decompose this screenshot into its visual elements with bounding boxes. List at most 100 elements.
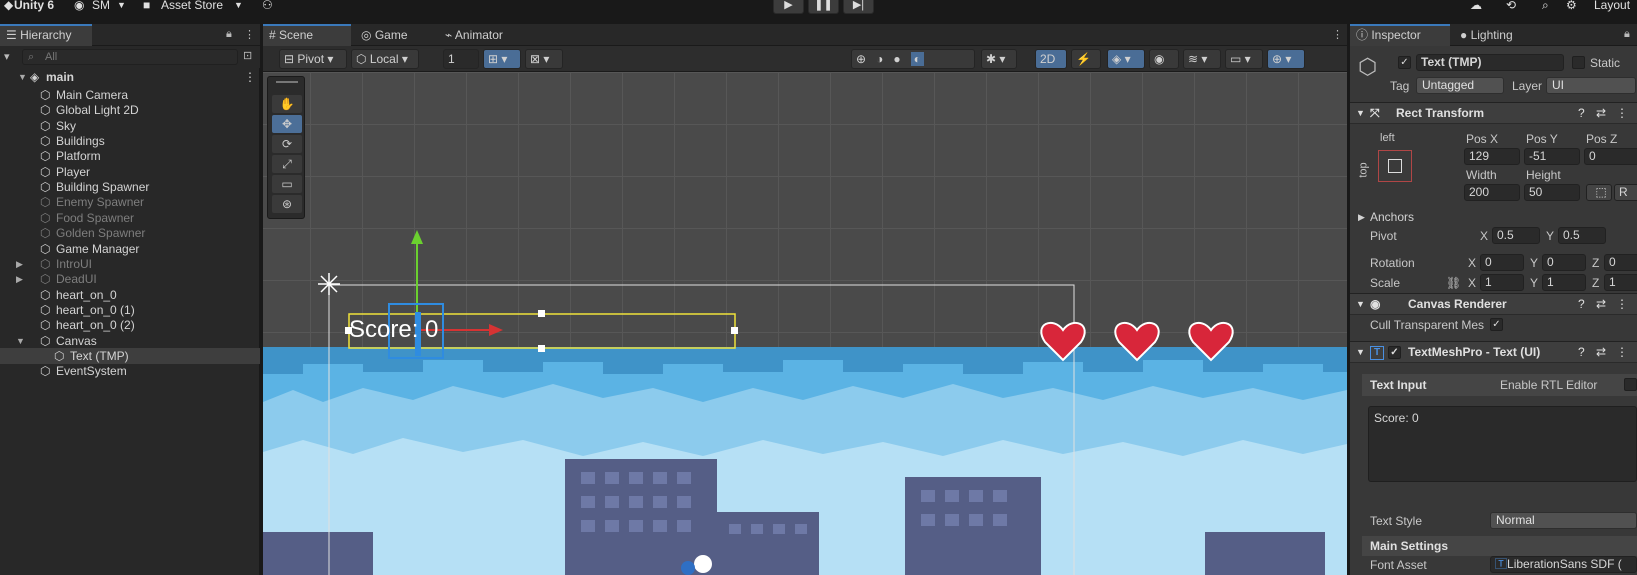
rot-z-input[interactable]: 0 [1604,254,1637,271]
font-asset-field[interactable]: 🅃︎LiberationSans SDF ( [1490,556,1637,573]
anchor-preset-button[interactable] [1378,150,1412,182]
mode-2d-button[interactable]: 2D [1035,49,1067,69]
preset-icon[interactable]: ⇄ [1596,103,1606,124]
height-input[interactable]: 50 [1524,184,1580,201]
blueprint-mode-icon[interactable]: ⬚ [1586,184,1612,201]
pos-z-input[interactable]: 0 [1584,148,1637,165]
more-icon[interactable]: ⋮ [244,69,256,85]
layout-dropdown[interactable]: Layout [1594,0,1630,12]
scale-x-input[interactable]: 1 [1480,274,1524,291]
more-icon[interactable]: ⋮ [1616,103,1628,124]
hierarchy-item[interactable]: ⬡ Building Spawner [0,179,260,195]
play-button[interactable]: ▶ [773,0,804,14]
tab-animator[interactable]: ⌁ Animator [439,24,509,46]
help-icon[interactable]: ? [1578,103,1585,124]
foldout-open-icon[interactable]: ▼ [18,69,27,85]
hierarchy-item[interactable]: ⬡ Golden Spawner [0,225,260,241]
hierarchy-item[interactable]: ⬡ EventSystem [0,363,260,379]
rotate-tool-icon[interactable]: ⟳ [272,135,302,153]
hierarchy-item[interactable]: ⬡ Player [0,164,260,180]
pivot-y-input[interactable]: 0.5 [1558,227,1606,244]
help-icon[interactable]: ? [1578,342,1585,363]
layer-dropdown[interactable]: UI [1546,77,1636,94]
cull-checkbox[interactable]: ✓ [1490,318,1503,331]
more-icon[interactable]: ⋮ [1616,294,1628,315]
width-input[interactable]: 200 [1464,184,1520,201]
more-icon[interactable]: ⋮ [1332,28,1343,41]
tmp-enabled-checkbox[interactable]: ✓ [1388,346,1401,359]
cloud-icon[interactable]: ☁ [1470,0,1482,12]
hierarchy-item[interactable]: ▼ ⬡ Canvas [0,333,260,349]
history-icon[interactable]: ⟲ [1506,0,1516,12]
hierarchy-item[interactable]: ⬡ Text (TMP) [0,347,260,364]
hierarchy-item[interactable]: ▶ ⬡ IntroUI [0,256,260,272]
rot-y-input[interactable]: 0 [1542,254,1586,271]
text-input-area[interactable]: Score: 0 [1368,406,1637,482]
link-icon[interactable]: ⛓ [1446,276,1461,290]
hierarchy-item[interactable]: ⬡ Food Spawner [0,210,260,226]
account-dropdown[interactable]: SM [92,0,110,12]
step-button[interactable]: ▶| [843,0,874,14]
pivot-x-input[interactable]: 0.5 [1492,227,1540,244]
scale-tool-icon[interactable]: ⤢ [272,155,302,173]
rect-transform-header[interactable]: ▼ ⤧ Rect Transform ? ⇄ ⋮ [1350,102,1637,124]
hierarchy-item[interactable]: ▶ ⬡ DeadUI [0,271,260,287]
pos-y-input[interactable]: -51 [1524,148,1580,165]
layers-toggle-button[interactable]: ◈ ▾ [1107,49,1145,69]
hierarchy-item[interactable]: ⬡ heart_on_0 (2) [0,317,260,333]
tag-dropdown[interactable]: Untagged [1416,77,1504,94]
help-icon[interactable]: ? [1578,294,1585,315]
anchors-row[interactable]: ▶ Anchors [1350,208,1637,226]
more-icon[interactable]: ⋮ [1616,342,1628,363]
canvas-renderer-header[interactable]: ▼ ◉ Canvas Renderer ? ⇄ ⋮ [1350,293,1637,315]
settings-icon[interactable]: ⚙ [1566,0,1577,12]
lit-icon[interactable]: ◐ [910,52,924,66]
pivot-dropdown[interactable]: ⊟ Pivot ▾ [279,49,347,69]
static-checkbox[interactable] [1572,56,1585,69]
hierarchy-search-input[interactable]: ⌕ All [22,49,238,65]
visibility-icon[interactable]: ◉ [1149,49,1179,69]
solid-icon[interactable]: ● [893,52,900,66]
scale-y-input[interactable]: 1 [1542,274,1586,291]
tab-inspector[interactable]: ⓘ Inspector [1350,24,1450,46]
drag-handle[interactable] [276,81,298,83]
rect-tool-icon[interactable]: ▭ [272,175,302,193]
gizmos-button[interactable]: ⊕ ▾ [1267,49,1305,69]
hierarchy-item[interactable]: ⬡ heart_on_0 [0,287,260,303]
tab-hierarchy[interactable]: ☰ Hierarchy [0,24,92,46]
foldout-closed-icon[interactable]: ▶ [16,271,23,287]
object-name-input[interactable]: Text (TMP) [1416,54,1564,71]
hierarchy-item[interactable]: ⬡ Platform [0,148,260,164]
lock-icon[interactable]: 🔒︎ [226,28,232,41]
text-style-dropdown[interactable]: Normal [1490,512,1637,529]
hierarchy-item[interactable]: ⬡ Global Light 2D [0,102,260,118]
rtl-checkbox[interactable] [1624,378,1637,391]
debug-draw-button[interactable]: ✱ ▾ [981,49,1017,69]
account-icon[interactable]: ◉ [74,0,84,12]
scene-search-icon[interactable]: ⊡ [243,49,252,62]
lighting-toggle-icon[interactable]: ⚡ [1071,49,1101,69]
grid-snap-button[interactable]: ⊞ ▾ [483,49,521,69]
move-tool-icon[interactable]: ✥ [272,115,302,133]
hierarchy-item[interactable]: ⬡ Enemy Spawner [0,194,260,210]
foldout-open-icon[interactable]: ▼ [16,333,25,349]
pause-button[interactable]: ❚❚ [808,0,839,14]
hierarchy-item[interactable]: ⬡ heart_on_0 (1) [0,302,260,318]
search-icon[interactable]: ⌕ [1542,0,1549,13]
scale-z-input[interactable]: 1 [1604,274,1637,291]
tab-game[interactable]: ◎ Game [355,24,414,46]
preset-icon[interactable]: ⇄ [1596,294,1606,315]
transform-tool-icon[interactable]: ⊛ [272,195,302,213]
hierarchy-item[interactable]: ⬡ Game Manager [0,241,260,257]
score-text[interactable]: Score: 0 [349,316,438,344]
camera-button[interactable]: ▭ ▾ [1225,49,1263,69]
hierarchy-item[interactable]: ⬡ Buildings [0,133,260,149]
add-icon[interactable]: ▾ [4,50,10,63]
more-icon[interactable]: ⋮ [244,28,255,41]
gizmo-layers-button[interactable]: ≋ ▾ [1183,49,1221,69]
scene-root[interactable]: ▼ ◈ main ⋮ [0,69,260,85]
pos-x-input[interactable]: 129 [1464,148,1520,165]
hierarchy-item[interactable]: ⬡ Sky [0,118,260,134]
scene-viewport[interactable]: Score: 0 ✋ ✥ ⟳ ⤢ ▭ ⊛ [263,72,1347,575]
asset-store-button[interactable]: Asset Store [161,0,223,12]
